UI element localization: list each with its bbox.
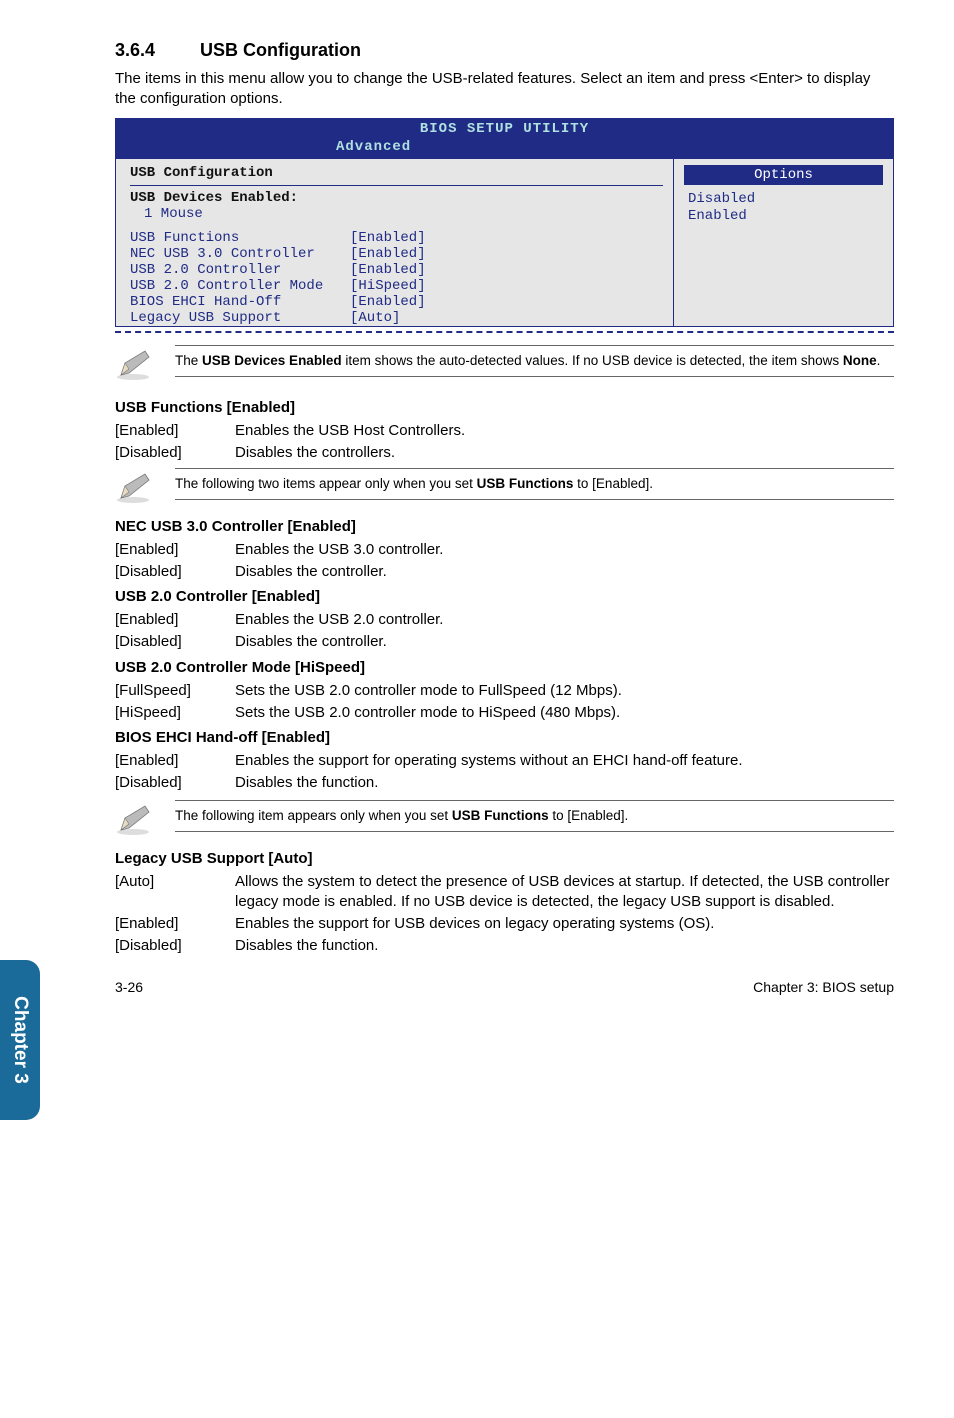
pencil-icon bbox=[115, 802, 155, 836]
kv-row: [Enabled]Enables the support for USB dev… bbox=[115, 914, 894, 934]
kv-key: [Disabled] bbox=[115, 443, 235, 463]
kv-val: Enables the support for operating system… bbox=[235, 751, 894, 771]
note-block: The following two items appear only when… bbox=[115, 468, 894, 508]
note-text: The following two items appear only when… bbox=[175, 468, 894, 500]
kv-key: [Enabled] bbox=[115, 540, 235, 560]
note-block: The following item appears only when you… bbox=[115, 800, 894, 840]
section-title: 3.6.4USB Configuration bbox=[115, 40, 894, 61]
kv-val: Disables the controllers. bbox=[235, 443, 894, 463]
kv-val: Disables the controller. bbox=[235, 632, 894, 652]
footer-page-num: 3-26 bbox=[115, 979, 143, 995]
intro-text: The items in this menu allow you to chan… bbox=[115, 69, 894, 108]
bios-row-val: [HiSpeed] bbox=[350, 278, 663, 294]
note-text: The USB Devices Enabled item shows the a… bbox=[175, 345, 894, 377]
kv-key: [HiSpeed] bbox=[115, 703, 235, 723]
kv-row: [Disabled]Disables the controller. bbox=[115, 632, 894, 652]
kv-key: [Enabled] bbox=[115, 914, 235, 934]
bios-row: USB 2.0 Controller[Enabled] bbox=[130, 262, 663, 278]
kv-val: Disables the controller. bbox=[235, 562, 894, 582]
kv-key: [Disabled] bbox=[115, 773, 235, 793]
bios-row: USB Functions[Enabled] bbox=[130, 230, 663, 246]
bios-devices-line: 1 Mouse bbox=[130, 206, 663, 222]
page-footer: 3-26 Chapter 3: BIOS setup bbox=[115, 979, 894, 995]
bios-row-val: [Enabled] bbox=[350, 262, 663, 278]
bios-row-label: USB 2.0 Controller bbox=[130, 262, 350, 278]
kv-row: [Enabled]Enables the USB 3.0 controller. bbox=[115, 540, 894, 560]
bios-row-label: BIOS EHCI Hand-Off bbox=[130, 294, 350, 310]
kv-key: [Enabled] bbox=[115, 421, 235, 441]
bios-row: BIOS EHCI Hand-Off[Enabled] bbox=[130, 294, 663, 310]
kv-row: [Enabled]Enables the support for operati… bbox=[115, 751, 894, 771]
kv-row: [Disabled]Disables the controller. bbox=[115, 562, 894, 582]
kv-row: [FullSpeed]Sets the USB 2.0 controller m… bbox=[115, 681, 894, 701]
section-num: 3.6.4 bbox=[115, 40, 200, 61]
footer-chapter: Chapter 3: BIOS setup bbox=[753, 979, 894, 995]
pencil-icon bbox=[115, 347, 155, 381]
kv-val: Disables the function. bbox=[235, 773, 894, 793]
kv-val: Sets the USB 2.0 controller mode to Full… bbox=[235, 681, 894, 701]
kv-key: [Enabled] bbox=[115, 610, 235, 630]
kv-key: [FullSpeed] bbox=[115, 681, 235, 701]
note-text: The following item appears only when you… bbox=[175, 800, 894, 832]
bios-row-label: NEC USB 3.0 Controller bbox=[130, 246, 350, 262]
bios-option: Disabled bbox=[684, 191, 883, 208]
kv-val: Enables the USB 3.0 controller. bbox=[235, 540, 894, 560]
kv-val: Enables the support for USB devices on l… bbox=[235, 914, 894, 934]
bios-row: Legacy USB Support[Auto] bbox=[130, 310, 663, 326]
kv-key: [Disabled] bbox=[115, 936, 235, 956]
sub-heading-usb20mode: USB 2.0 Controller Mode [HiSpeed] bbox=[115, 659, 894, 676]
bios-devices-header: USB Devices Enabled: bbox=[130, 190, 663, 206]
kv-row: [HiSpeed]Sets the USB 2.0 controller mod… bbox=[115, 703, 894, 723]
bios-row: USB 2.0 Controller Mode[HiSpeed] bbox=[130, 278, 663, 294]
chapter-tab: Chapter 3 bbox=[0, 960, 40, 1120]
bios-bottom-rule bbox=[115, 331, 894, 333]
sub-heading-nec: NEC USB 3.0 Controller [Enabled] bbox=[115, 518, 894, 535]
bios-row-val: [Enabled] bbox=[350, 230, 663, 246]
kv-row: [Disabled]Disables the function. bbox=[115, 936, 894, 956]
kv-val: Enables the USB Host Controllers. bbox=[235, 421, 894, 441]
kv-val: Enables the USB 2.0 controller. bbox=[235, 610, 894, 630]
sub-heading-ehci: BIOS EHCI Hand-off [Enabled] bbox=[115, 729, 894, 746]
kv-row: [Disabled]Disables the function. bbox=[115, 773, 894, 793]
chapter-tab-label: Chapter 3 bbox=[9, 996, 31, 1084]
bios-tab: Advanced bbox=[116, 139, 893, 159]
kv-val: Disables the function. bbox=[235, 936, 894, 956]
note-block: The USB Devices Enabled item shows the a… bbox=[115, 345, 894, 385]
bios-box: BIOS SETUP UTILITY Advanced USB Configur… bbox=[115, 118, 894, 327]
kv-key: [Auto] bbox=[115, 872, 235, 913]
kv-row: [Enabled]Enables the USB Host Controller… bbox=[115, 421, 894, 441]
kv-key: [Enabled] bbox=[115, 751, 235, 771]
kv-key: [Disabled] bbox=[115, 562, 235, 582]
bios-row-val: [Auto] bbox=[350, 310, 663, 326]
kv-val: Allows the system to detect the presence… bbox=[235, 872, 894, 913]
kv-row: [Enabled]Enables the USB 2.0 controller. bbox=[115, 610, 894, 630]
sub-heading-legacy: Legacy USB Support [Auto] bbox=[115, 850, 894, 867]
bios-right-pane: Options Disabled Enabled bbox=[673, 159, 893, 326]
bios-row-val: [Enabled] bbox=[350, 246, 663, 262]
bios-title: BIOS SETUP UTILITY bbox=[116, 119, 893, 139]
kv-key: [Disabled] bbox=[115, 632, 235, 652]
bios-option: Enabled bbox=[684, 208, 883, 225]
sub-heading-usb-functions: USB Functions [Enabled] bbox=[115, 399, 894, 416]
kv-row: [Disabled]Disables the controllers. bbox=[115, 443, 894, 463]
bios-options-header: Options bbox=[684, 165, 883, 185]
bios-row-label: USB Functions bbox=[130, 230, 350, 246]
section-name: USB Configuration bbox=[200, 40, 361, 60]
bios-row-val: [Enabled] bbox=[350, 294, 663, 310]
bios-row-label: Legacy USB Support bbox=[130, 310, 350, 326]
bios-titlebar: BIOS SETUP UTILITY Advanced bbox=[116, 119, 893, 159]
bios-left-header: USB Configuration bbox=[130, 165, 663, 186]
bios-left-pane: USB Configuration USB Devices Enabled: 1… bbox=[116, 159, 673, 326]
kv-row: [Auto]Allows the system to detect the pr… bbox=[115, 872, 894, 913]
bios-row: NEC USB 3.0 Controller[Enabled] bbox=[130, 246, 663, 262]
sub-heading-usb20: USB 2.0 Controller [Enabled] bbox=[115, 588, 894, 605]
bios-row-label: USB 2.0 Controller Mode bbox=[130, 278, 350, 294]
kv-val: Sets the USB 2.0 controller mode to HiSp… bbox=[235, 703, 894, 723]
pencil-icon bbox=[115, 470, 155, 504]
